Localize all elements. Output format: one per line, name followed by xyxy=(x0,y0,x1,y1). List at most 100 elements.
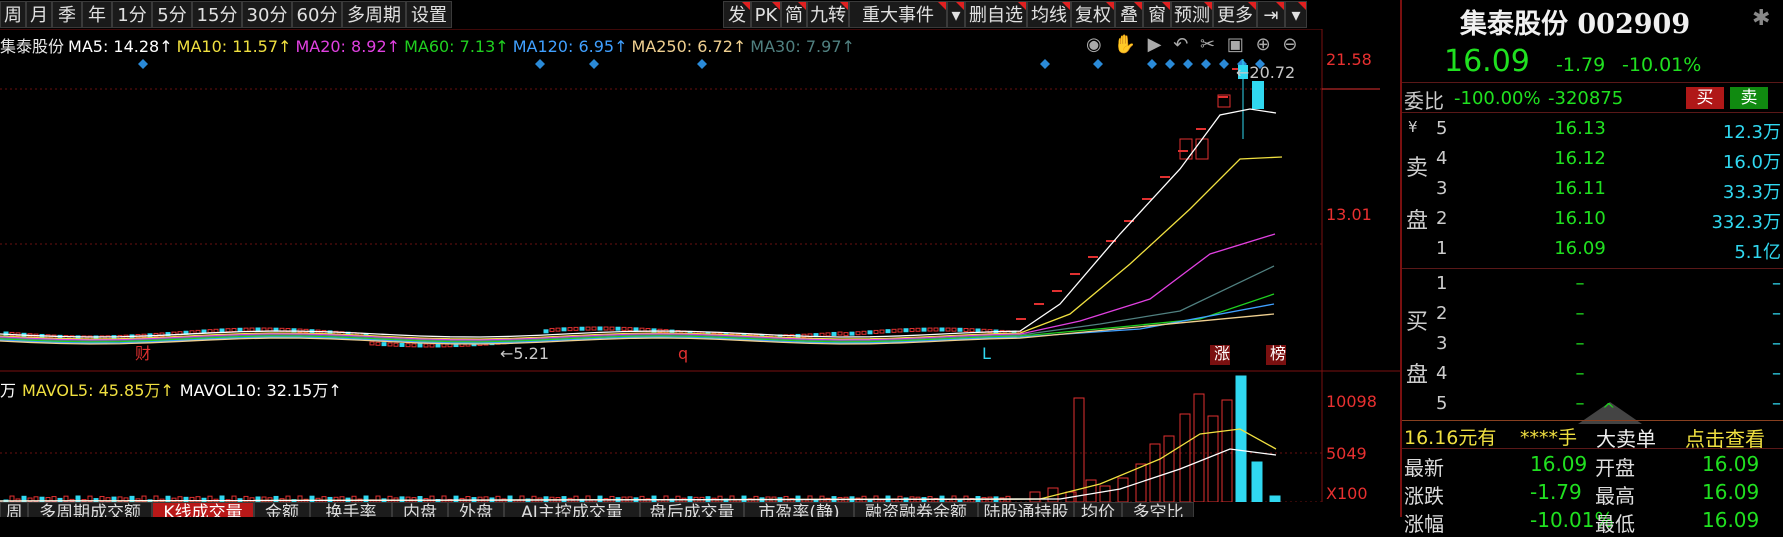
low-annotation: ←5.21 xyxy=(500,344,550,363)
period-tab-5[interactable]: 5分 xyxy=(152,1,192,28)
candle xyxy=(567,327,573,332)
indicator-tab-5[interactable]: 内盘 xyxy=(392,502,448,517)
period-tab-6[interactable]: 15分 xyxy=(192,1,242,28)
book-level: 3 xyxy=(1436,178,1448,199)
indicator-tab-3[interactable]: 金额 xyxy=(254,502,310,517)
quote-panel: 集泰股份 002909 ✱ 16.09 -1.79 -10.01% 委比 -10… xyxy=(1400,0,1783,536)
event-diamond-10 xyxy=(1219,59,1229,69)
vol-bar-rally-0 xyxy=(1029,491,1041,502)
lock-icon[interactable]: ▣ xyxy=(1227,34,1244,55)
candle xyxy=(861,330,867,335)
tool-button-4[interactable]: 重大事件 xyxy=(849,1,947,28)
period-tab-10[interactable]: 设置 xyxy=(406,1,452,28)
candle xyxy=(225,328,231,333)
tool-button-10[interactable]: 窗 xyxy=(1143,1,1171,28)
candle xyxy=(909,327,915,332)
volume-legend: 万 MAVOL5: 45.85万↑ MAVOL10: 32.15万↑ xyxy=(0,377,348,401)
tool-button-11[interactable]: 预测 xyxy=(1171,1,1213,28)
candle xyxy=(393,342,399,347)
indicator-tab-7[interactable]: AI主控成交量 xyxy=(504,502,640,517)
candle xyxy=(939,327,945,332)
candle xyxy=(237,327,243,332)
book-volume: – xyxy=(1772,393,1781,414)
period-tab-1[interactable]: 月 xyxy=(26,1,52,28)
period-tab-0[interactable]: 周 xyxy=(0,1,26,28)
candle xyxy=(897,328,903,333)
tool-button-13[interactable]: ⇥ xyxy=(1257,1,1285,28)
candle xyxy=(621,326,627,331)
indicator-tab-2[interactable]: K线成交量 xyxy=(152,502,254,517)
candle xyxy=(423,343,429,348)
event-diamond-6 xyxy=(1147,59,1157,69)
zoom-in-icon[interactable]: ⊕ xyxy=(1256,34,1271,55)
candle xyxy=(255,327,261,332)
vol-bar-rally-6 xyxy=(1117,477,1129,502)
indicator-tab-0[interactable]: 周 xyxy=(0,502,28,517)
undo-icon[interactable]: ↶ xyxy=(1173,34,1188,55)
stock-title: 集泰股份 002909 xyxy=(1460,9,1691,40)
play-icon[interactable]: ▶ xyxy=(1148,34,1162,55)
event-diamond-8 xyxy=(1183,59,1193,69)
buy-button[interactable]: 买 xyxy=(1686,87,1724,109)
period-tab-4[interactable]: 1分 xyxy=(112,1,152,28)
tool-button-7[interactable]: 均线 xyxy=(1027,1,1071,28)
book-price: 16.12 xyxy=(1554,148,1606,169)
tool-button-8[interactable]: 复权 xyxy=(1071,1,1115,28)
indicator-tab-9[interactable]: 市盈率(静) xyxy=(744,502,854,517)
hand-icon[interactable]: ✋ xyxy=(1113,34,1135,55)
price-axis-mid: 13.01 xyxy=(1326,205,1372,224)
period-tab-3[interactable]: 年 xyxy=(82,1,112,28)
period-tab-2[interactable]: 季 xyxy=(52,1,82,28)
tool-button-9[interactable]: 叠 xyxy=(1115,1,1143,28)
candle xyxy=(867,330,873,335)
tool-button-2[interactable]: 简 xyxy=(781,1,807,28)
tool-button-3[interactable]: 九转 xyxy=(807,1,849,28)
tool-button-1[interactable]: PK xyxy=(751,1,781,28)
indicator-tab-10[interactable]: 融资融券余额 xyxy=(854,502,978,517)
event-diamond-2 xyxy=(589,59,599,69)
sell-button[interactable]: 卖 xyxy=(1730,87,1768,109)
indicator-tab-11[interactable]: 陆股通持股 xyxy=(978,502,1074,517)
indicator-tab-12[interactable]: 均价 xyxy=(1074,502,1122,517)
book-volume: 332.3万 xyxy=(1711,212,1781,233)
indicator-tab-4[interactable]: 换手率 xyxy=(310,502,392,517)
candle xyxy=(903,328,909,333)
book-level: 5 xyxy=(1436,393,1448,414)
period-tab-8[interactable]: 60分 xyxy=(292,1,342,28)
book-price: 16.11 xyxy=(1554,178,1606,199)
vol-bar-rally-4 xyxy=(1085,479,1097,502)
indicator-tab-8[interactable]: 盘后成交量 xyxy=(640,502,744,517)
tool-button-12[interactable]: 更多 xyxy=(1213,1,1257,28)
event-diamond-4 xyxy=(1040,59,1050,69)
vol-bar-rally-3 xyxy=(1073,397,1085,502)
indicator-tab-6[interactable]: 外盘 xyxy=(448,502,504,517)
stat-cell-1: -1.79 xyxy=(1530,480,1582,504)
candle xyxy=(927,327,933,332)
indicator-tab-1[interactable]: 多周期成交额 xyxy=(28,502,152,517)
event-diamond-7 xyxy=(1165,59,1175,69)
gear-icon[interactable]: ✱ xyxy=(1752,6,1770,31)
tool-button-5[interactable]: ▾ xyxy=(947,1,965,28)
stat-cell-3: 16.09 xyxy=(1702,452,1760,476)
candle xyxy=(597,326,603,331)
period-tab-9[interactable]: 多周期 xyxy=(342,1,406,28)
tool-button-6[interactable]: 删自选 xyxy=(965,1,1027,28)
chart-tools: ◉ ✋ ▶ ↶ ✂ ▣ ⊕ ⊖ xyxy=(1086,34,1316,56)
zoom-out-icon[interactable]: ⊖ xyxy=(1282,34,1297,55)
tool-button-14[interactable]: ▾ xyxy=(1285,1,1307,28)
candle xyxy=(609,326,615,331)
stat-cell-0: 最新 xyxy=(1404,456,1444,480)
eye-icon[interactable]: ◉ xyxy=(1086,34,1102,55)
marker-2: L xyxy=(982,344,991,363)
period-tab-7[interactable]: 30分 xyxy=(242,1,292,28)
indicator-tab-13[interactable]: 多空比 xyxy=(1122,502,1194,517)
candle xyxy=(825,332,831,337)
book-level: 4 xyxy=(1436,148,1448,169)
tool-button-0[interactable]: 发 xyxy=(723,1,751,28)
scissors-icon[interactable]: ✂ xyxy=(1200,34,1215,55)
candle xyxy=(543,329,549,334)
candle xyxy=(213,328,219,333)
candle xyxy=(627,327,633,332)
book-price: – xyxy=(1575,303,1585,324)
vol-axis-top: 10098 xyxy=(1326,392,1377,411)
